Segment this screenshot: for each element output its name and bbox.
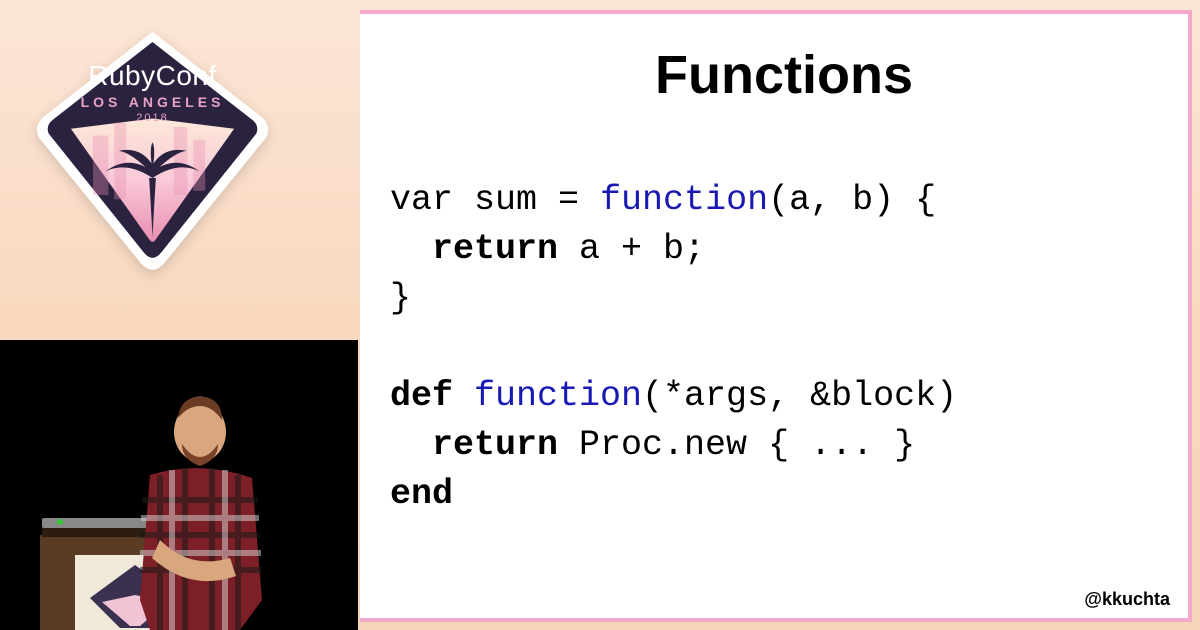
keyword-function: function (453, 376, 642, 416)
badge-diamond: RubyConf LOS ANGELES 2018 (25, 25, 280, 280)
code-text: Proc.new { ... } (558, 425, 915, 465)
code-text: } (390, 278, 411, 318)
keyword-function: function (600, 180, 768, 220)
presentation-slide: Functions var sum = function(a, b) { ret… (360, 10, 1192, 622)
code-block: var sum = function(a, b) { return a + b;… (390, 176, 1178, 519)
code-text: (a, b) { (768, 180, 936, 220)
twitter-handle: @kkuchta (1084, 589, 1170, 610)
badge-subtitle: LOS ANGELES (25, 94, 280, 110)
badge-text-block: RubyConf LOS ANGELES 2018 (25, 60, 280, 124)
keyword-return: return (390, 229, 558, 269)
badge-title: RubyConf (25, 60, 280, 92)
speaker-video-thumb (0, 340, 358, 630)
code-text: var sum = (390, 180, 600, 220)
conference-badge: RubyConf LOS ANGELES 2018 (25, 25, 315, 285)
code-text: a + b; (558, 229, 705, 269)
keyword-return: return (390, 425, 558, 465)
keyword-def: def (390, 376, 453, 416)
speaker-illustration (0, 340, 358, 630)
slide-title: Functions (390, 44, 1178, 106)
code-text: (*args, &block) (642, 376, 957, 416)
badge-year: 2018 (25, 112, 280, 124)
keyword-end: end (390, 474, 453, 514)
